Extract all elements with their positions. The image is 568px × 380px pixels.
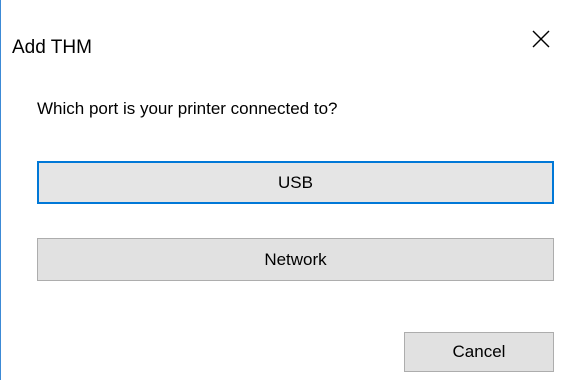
port-question-label: Which port is your printer connected to? xyxy=(37,99,338,118)
cancel-button[interactable]: Cancel xyxy=(404,332,554,372)
close-button[interactable] xyxy=(513,14,568,64)
window-title: Add THM xyxy=(12,37,92,58)
usb-button[interactable]: USB xyxy=(37,161,554,204)
add-printer-dialog: Add THM Which port is your printer conne… xyxy=(0,0,568,380)
close-icon xyxy=(532,30,550,48)
network-button[interactable]: Network xyxy=(37,238,554,281)
title-bar: Add THM xyxy=(1,0,568,80)
